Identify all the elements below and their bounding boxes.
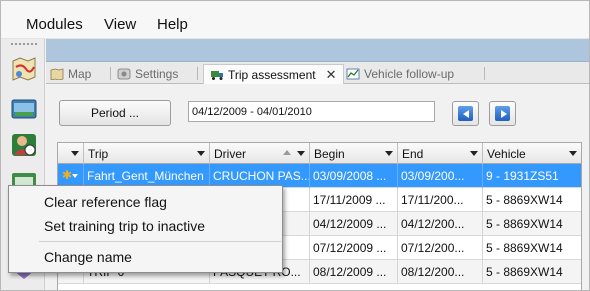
menu-item-clear-reference-flag[interactable]: Clear reference flag <box>44 194 167 210</box>
tab-strip: Map Settings Trip assessment ✕ Vehicle f… <box>46 62 589 84</box>
cell-vehicle[interactable]: 5 - 8869XW14 <box>483 188 581 212</box>
dropdown-icon <box>297 151 305 156</box>
column-header-begin[interactable]: Begin <box>310 143 398 164</box>
cell-begin[interactable]: 08/12/2009 ... <box>310 260 398 284</box>
column-header-end[interactable]: End <box>398 143 483 164</box>
tab-map[interactable]: Map <box>50 64 91 84</box>
column-label: Trip <box>88 147 109 161</box>
dropdown-icon <box>385 151 393 156</box>
column-header-driver[interactable]: Driver <box>210 143 310 164</box>
header-band <box>46 39 589 62</box>
next-period-button[interactable] <box>489 101 516 126</box>
row-selector-header[interactable] <box>58 143 84 164</box>
cell-vehicle[interactable]: 9 - 1931ZS51 <box>483 164 581 188</box>
reference-star-icon: ✱ <box>62 168 73 182</box>
menu-separator <box>39 241 281 242</box>
column-label: End <box>402 147 424 161</box>
sidebar-grip[interactable] <box>11 43 37 45</box>
previous-period-button[interactable] <box>452 101 479 126</box>
cell-begin[interactable]: 17/11/2009 ... <box>310 188 398 212</box>
menu-view[interactable]: View <box>104 16 136 33</box>
menu-item-change-name[interactable]: Change name <box>44 249 132 265</box>
column-label: Vehicle <box>487 147 526 161</box>
map-module-icon[interactable] <box>10 55 38 83</box>
column-header-vehicle[interactable]: Vehicle <box>483 143 581 164</box>
cell-vehicle[interactable]: 5 - 8869XW14 <box>483 236 581 260</box>
tab-trip-assessment[interactable]: Trip assessment ✕ <box>203 64 344 84</box>
menu-item-set-training-trip-inactive[interactable]: Set training trip to inactive <box>44 218 205 234</box>
settings-icon <box>117 68 131 80</box>
dropdown-icon <box>197 151 205 156</box>
cell-end[interactable]: 17/11/200... <box>398 188 483 212</box>
cell-begin[interactable]: 03/09/2008 ... <box>310 164 398 188</box>
tab-label: Trip assessment <box>228 67 316 82</box>
cell-end[interactable]: 08/12/200... <box>398 260 483 284</box>
cell-end[interactable]: 04/12/200... <box>398 212 483 236</box>
tab-settings[interactable]: Settings <box>117 64 178 84</box>
menu-modules[interactable]: Modules <box>26 16 83 33</box>
application-window: Modules View Help Map Settings Trip asse… <box>0 0 590 291</box>
cell-end[interactable]: 03/09/200... <box>398 164 483 188</box>
cell-vehicle[interactable]: 5 - 8869XW14 <box>483 212 581 236</box>
sort-ascending-icon <box>283 150 291 155</box>
column-label: Driver <box>214 147 246 161</box>
tab-vehicle-follow-up[interactable]: Vehicle follow-up <box>346 64 454 84</box>
tab-label: Settings <box>135 67 179 81</box>
cell-begin[interactable]: 07/12/2009 ... <box>310 236 398 260</box>
cell-end[interactable]: 07/12/200... <box>398 236 483 260</box>
tab-divider <box>197 67 198 80</box>
period-button[interactable]: Period ... <box>59 100 171 126</box>
driver-module-icon[interactable] <box>10 131 38 159</box>
truck-icon <box>211 70 223 80</box>
chart-icon <box>346 68 360 80</box>
vehicle-module-icon[interactable] <box>10 95 38 123</box>
dropdown-icon <box>470 151 478 156</box>
dropdown-icon <box>569 151 577 156</box>
tab-divider <box>484 67 485 80</box>
column-label: Begin <box>314 147 345 161</box>
map-icon <box>50 68 64 80</box>
menu-help[interactable]: Help <box>157 16 188 33</box>
dropdown-icon <box>72 174 78 178</box>
menubar: Modules View Help <box>1 1 589 39</box>
tab-label: Map <box>68 67 92 81</box>
tab-label: Vehicle follow-up <box>364 67 455 81</box>
date-range-field[interactable]: 04/12/2009 - 04/01/2010 <box>188 101 435 122</box>
cell-vehicle[interactable]: 5 - 8869XW14 <box>483 260 581 284</box>
cell-begin[interactable]: 04/12/2009 ... <box>310 212 398 236</box>
table-header: Trip Driver Begin End Vehicle <box>58 143 581 164</box>
dropdown-icon <box>71 151 79 156</box>
tab-divider <box>110 67 111 80</box>
column-header-trip[interactable]: Trip <box>84 143 210 164</box>
close-icon[interactable]: ✕ <box>326 67 337 83</box>
context-menu: Clear reference flag Set training trip t… <box>8 185 283 273</box>
